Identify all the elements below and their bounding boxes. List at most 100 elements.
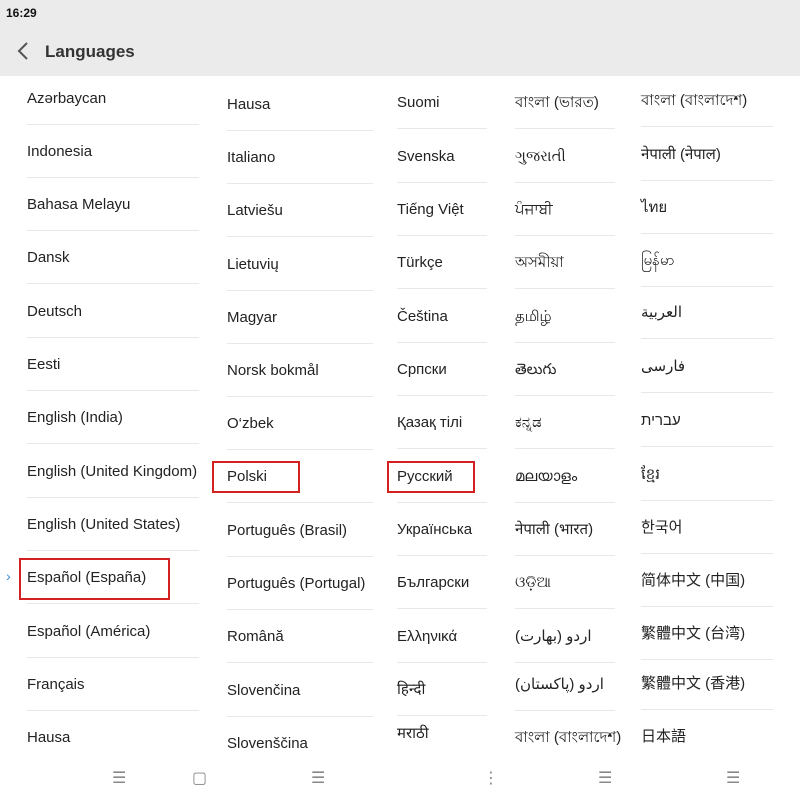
- navigation-bar: ☰ ▢ ☰ ⋮ ☰ ☰: [0, 754, 800, 800]
- language-item[interactable]: Português (Portugal): [227, 569, 365, 599]
- language-item[interactable]: മലയാളം: [515, 462, 577, 492]
- language-item[interactable]: বাংলা (ভারত): [515, 88, 599, 118]
- row-divider: [227, 662, 373, 663]
- menu-icon[interactable]: ☰: [598, 768, 612, 788]
- row-divider: [227, 609, 373, 610]
- row-divider: [227, 343, 373, 344]
- language-item[interactable]: Slovenščina: [227, 729, 308, 754]
- language-item[interactable]: Українська: [397, 515, 472, 545]
- row-divider: [27, 443, 199, 444]
- row-divider: [515, 555, 615, 556]
- language-item[interactable]: ਪੰਜਾਬੀ: [515, 195, 553, 225]
- language-item[interactable]: עברית: [641, 406, 681, 436]
- more-icon[interactable]: ⋮: [483, 768, 499, 788]
- selected-chevron-icon: ›: [6, 568, 11, 584]
- row-divider: [27, 390, 199, 391]
- language-item[interactable]: Italiano: [227, 143, 275, 173]
- language-item[interactable]: Deutsch: [27, 297, 82, 327]
- language-item[interactable]: 繁體中文 (台湾): [641, 619, 745, 649]
- language-item[interactable]: 日本語: [641, 722, 686, 752]
- language-item[interactable]: Čeština: [397, 302, 448, 332]
- row-divider: [515, 342, 615, 343]
- language-item[interactable]: नेपाली (नेपाल): [641, 140, 721, 170]
- chevron-left-icon: [17, 42, 28, 60]
- language-item[interactable]: తెలుగు: [515, 355, 556, 385]
- language-item[interactable]: Română: [227, 622, 284, 652]
- language-item[interactable]: বাংলা (বাংলাদেশ): [515, 723, 621, 753]
- language-item[interactable]: தமிழ்: [515, 302, 552, 332]
- row-divider: [641, 180, 773, 181]
- row-divider: [27, 603, 199, 604]
- language-item[interactable]: Hausa: [27, 723, 70, 753]
- language-item[interactable]: Suomi: [397, 88, 440, 118]
- language-item[interactable]: اردو (بھارت): [515, 622, 592, 652]
- language-item[interactable]: Türkçe: [397, 248, 443, 278]
- row-divider: [397, 662, 487, 663]
- menu-icon[interactable]: ☰: [726, 768, 740, 788]
- language-item[interactable]: नेपाली (भारत): [515, 515, 593, 545]
- row-divider: [641, 286, 773, 287]
- language-item[interactable]: O‘zbek: [227, 409, 274, 439]
- language-item[interactable]: Español (América): [27, 617, 150, 647]
- language-item[interactable]: Hausa: [227, 90, 270, 120]
- language-item[interactable]: اردو (پاکستان): [515, 670, 604, 700]
- language-item[interactable]: मराठी: [397, 719, 429, 749]
- language-item[interactable]: Eesti: [27, 350, 60, 380]
- language-item[interactable]: Српски: [397, 355, 447, 385]
- language-item[interactable]: Norsk bokmål: [227, 356, 319, 386]
- language-item[interactable]: English (India): [27, 403, 123, 433]
- language-item[interactable]: ಕನ್ನಡ: [515, 408, 542, 438]
- language-item[interactable]: Magyar: [227, 303, 277, 333]
- language-item[interactable]: 한국어: [641, 513, 682, 543]
- row-divider: [397, 182, 487, 183]
- language-item[interactable]: Latviešu: [227, 196, 283, 226]
- language-item[interactable]: فارسی: [641, 352, 685, 382]
- recent-apps-icon[interactable]: ▢: [192, 768, 207, 788]
- language-item[interactable]: Dansk: [27, 243, 70, 273]
- menu-icon[interactable]: ☰: [311, 768, 325, 788]
- language-item[interactable]: Lietuvių: [227, 250, 279, 280]
- language-item[interactable]: ไทย: [641, 193, 667, 223]
- row-divider: [641, 659, 773, 660]
- language-item[interactable]: Português (Brasil): [227, 516, 347, 546]
- back-button[interactable]: [14, 40, 34, 62]
- row-divider: [397, 715, 487, 716]
- row-divider: [397, 128, 487, 129]
- language-item[interactable]: Bahasa Melayu: [27, 190, 130, 220]
- language-item[interactable]: Slovenčina: [227, 676, 300, 706]
- language-item[interactable]: Svenska: [397, 142, 455, 172]
- language-item[interactable]: English (United States): [27, 510, 180, 540]
- row-divider: [515, 502, 615, 503]
- language-item[interactable]: Қазақ тілі: [397, 408, 462, 438]
- row-divider: [641, 233, 773, 234]
- row-divider: [227, 130, 373, 131]
- page-title: Languages: [45, 42, 135, 61]
- language-item[interactable]: Indonesia: [27, 137, 92, 167]
- row-divider: [227, 449, 373, 450]
- language-item[interactable]: हिन्दी: [397, 675, 425, 705]
- language-item[interactable]: Tiếng Việt: [397, 195, 464, 225]
- language-item[interactable]: العربية: [641, 298, 682, 328]
- language-item[interactable]: ខ្មែរ: [641, 460, 660, 490]
- language-item[interactable]: Français: [27, 670, 85, 700]
- language-item[interactable]: অসমীয়া: [515, 248, 564, 278]
- language-item[interactable]: ગુજરાતી: [515, 142, 566, 172]
- row-divider: [227, 502, 373, 503]
- language-item[interactable]: English (United Kingdom): [27, 457, 197, 487]
- language-item[interactable]: Azərbaycan: [27, 84, 106, 114]
- row-divider: [641, 126, 773, 127]
- language-item[interactable]: ଓଡ଼ିଆ: [515, 568, 551, 598]
- language-item[interactable]: Ελληνικά: [397, 622, 457, 652]
- language-item[interactable]: 繁體中文 (香港): [641, 669, 745, 699]
- language-item[interactable]: 简体中文 (中国): [641, 566, 745, 596]
- language-item[interactable]: Български: [397, 568, 469, 598]
- row-divider: [27, 337, 199, 338]
- row-divider: [227, 716, 373, 717]
- language-item[interactable]: မြန်မာ: [641, 246, 675, 276]
- menu-icon[interactable]: ☰: [112, 768, 126, 788]
- row-divider: [515, 448, 615, 449]
- language-item[interactable]: বাংলা (বাংলাদেশ): [641, 86, 747, 116]
- row-divider: [27, 230, 199, 231]
- row-divider: [227, 183, 373, 184]
- row-divider: [227, 396, 373, 397]
